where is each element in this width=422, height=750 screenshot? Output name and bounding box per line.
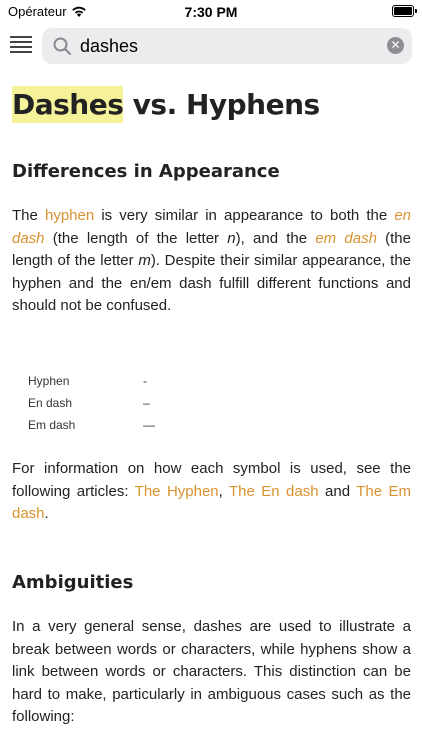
search-input[interactable]	[80, 34, 380, 58]
see-also-paragraph: For information on how each symbol is us…	[12, 460, 412, 522]
search-icon	[53, 37, 72, 56]
section-heading-appearance: Differences in Appearance	[12, 161, 280, 182]
link-the-en-dash[interactable]: The En dash	[229, 483, 319, 500]
section-heading-ambiguities: Ambiguities	[12, 572, 134, 593]
clear-search-icon[interactable]: ✕	[387, 37, 404, 54]
search-bar: ✕	[0, 28, 422, 64]
status-right	[392, 5, 417, 17]
appearance-paragraph: The hyphen is very similar in appearance…	[12, 207, 412, 314]
title-highlight: Dashes	[12, 86, 124, 123]
menu-icon[interactable]	[10, 36, 32, 54]
ambiguities-paragraph: In a very general sense, dashes are used…	[12, 618, 411, 725]
table-row: En dash –	[28, 396, 150, 410]
link-hyphen[interactable]: hyphen	[45, 207, 94, 224]
article: Dashes vs. Hyphens Differences in Appear…	[12, 84, 411, 725]
dash-table: Hyphen - En dash – Em dash —	[28, 370, 228, 436]
link-the-hyphen[interactable]: The Hyphen	[135, 483, 219, 500]
search-field[interactable]: ✕	[42, 28, 412, 64]
link-em-dash[interactable]: em dash	[315, 230, 377, 247]
status-bar: Opérateur 7:30 PM	[0, 0, 422, 24]
title-rest: vs. Hyphens	[123, 88, 321, 121]
table-row: Em dash —	[28, 418, 155, 432]
table-row: Hyphen -	[28, 374, 147, 388]
battery-icon	[392, 5, 417, 17]
page-title: Dashes vs. Hyphens	[12, 84, 411, 126]
status-time: 7:30 PM	[184, 4, 238, 20]
